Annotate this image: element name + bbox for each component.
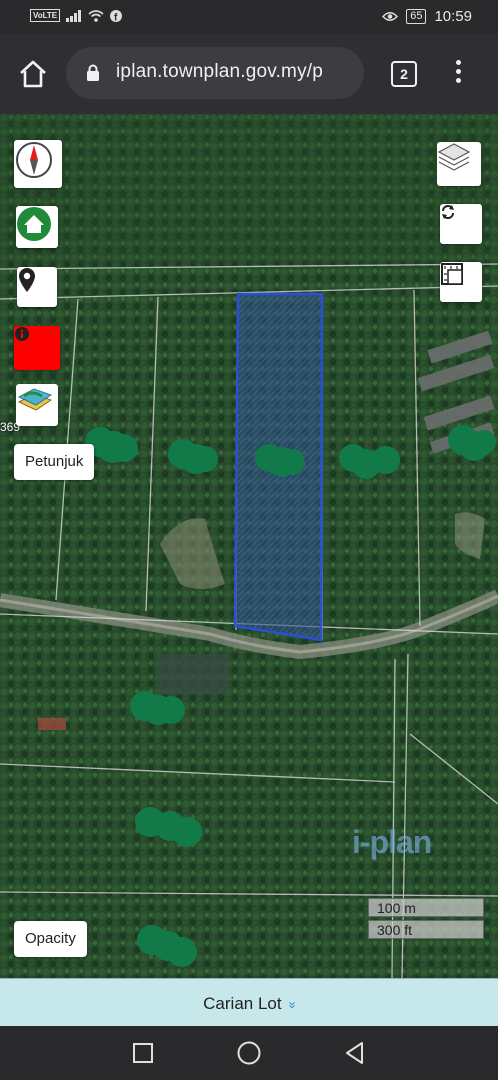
home-nav-icon[interactable]	[236, 1040, 262, 1066]
status-right: 65 10:59	[382, 8, 472, 25]
home-icon	[17, 207, 51, 241]
refresh-button[interactable]	[440, 204, 482, 244]
iplan-watermark: i-plan	[352, 824, 432, 860]
scale-imperial: 300 ft	[368, 920, 484, 939]
opacity-button[interactable]: Opacity	[14, 921, 87, 957]
compass-icon	[16, 142, 52, 178]
petunjuk-button[interactable]: Petunjuk	[14, 444, 95, 480]
map-view[interactable]: 369 i-plan Petunjuk Opacity 100 m 300 ft	[0, 114, 498, 978]
home-icon[interactable]	[18, 59, 48, 89]
home-extent-button[interactable]	[16, 206, 58, 248]
status-bar: VoLTE f 65 10:59	[0, 0, 498, 34]
ruler-icon	[441, 263, 463, 285]
facebook-icon: f	[110, 9, 123, 22]
chevron-down-icon: «	[283, 1001, 299, 1009]
overflow-menu-icon[interactable]	[456, 60, 461, 87]
refresh-icon	[442, 205, 454, 219]
clock: 10:59	[434, 8, 472, 25]
wifi-icon	[88, 9, 104, 22]
locate-button[interactable]	[17, 267, 57, 307]
back-icon[interactable]	[344, 1041, 366, 1065]
carian-lot-bar[interactable]: Carian Lot «	[0, 978, 498, 1027]
layers-button[interactable]	[437, 142, 481, 186]
map-layers-icon	[17, 388, 53, 411]
info-button[interactable]	[14, 326, 60, 370]
browser-toolbar: iplan.townplan.gov.my/p 2	[0, 34, 498, 114]
tab-switcher-button[interactable]: 2	[391, 61, 417, 87]
recent-apps-icon[interactable]	[132, 1042, 154, 1064]
eye-icon	[382, 12, 399, 21]
volte-badge: VoLTE	[30, 9, 61, 22]
measure-button[interactable]	[440, 262, 482, 302]
status-left: VoLTE f	[30, 9, 123, 22]
basemap-button[interactable]	[16, 384, 58, 426]
battery-indicator: 65	[406, 9, 427, 24]
signal-icon	[66, 9, 82, 22]
layers-icon	[437, 143, 471, 171]
compass-button[interactable]	[14, 140, 62, 188]
navigation-bar	[0, 1026, 498, 1080]
url-text: iplan.townplan.gov.my/p	[116, 61, 324, 82]
lock-icon	[87, 64, 99, 81]
info-icon	[15, 327, 29, 341]
location-pin-icon	[19, 268, 35, 292]
address-bar[interactable]: iplan.townplan.gov.my/p	[66, 47, 364, 99]
scale-metric: 100 m	[368, 898, 484, 917]
